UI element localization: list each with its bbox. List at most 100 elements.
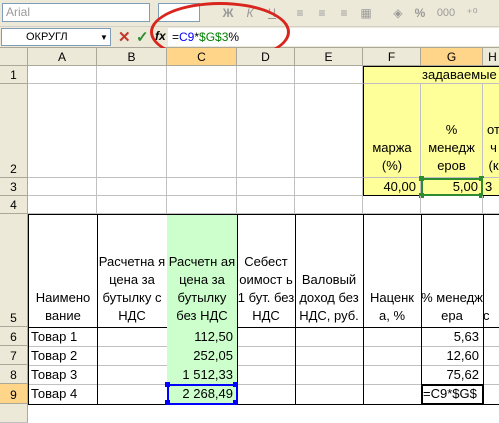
row-header-7[interactable]: 7 [0,346,28,365]
column-header-b[interactable]: B [97,48,167,66]
column-header-f[interactable]: F [363,48,421,66]
table-row-cell[interactable] [363,384,422,405]
table-row-cell[interactable] [295,365,364,385]
cell-b2[interactable] [97,84,167,178]
table-row-price[interactable]: 252,05 [167,346,238,366]
header-gross-income[interactable]: Валовый доход без НДС, руб. [295,214,364,328]
currency-icon[interactable]: ◈ [388,3,408,23]
row-header-4[interactable]: 4 [0,196,28,214]
table-row-mgr[interactable]: 5,63 [421,327,484,347]
row-header-10[interactable] [0,404,28,423]
active-cell-g9[interactable]: =C9*$G$ [421,384,484,405]
table-row-price[interactable]: 1 512,33 [167,365,238,385]
cell-d3[interactable] [237,178,295,196]
cell-e4[interactable] [295,196,363,214]
row-header-3[interactable]: 3 [0,178,28,196]
table-row-mgr[interactable]: 12,60 [421,346,484,366]
cell-g2[interactable]: % менедж еров [421,84,483,178]
cell-e1[interactable] [295,66,363,84]
header-name[interactable]: Наимено вание [28,214,98,328]
cell-b1[interactable] [97,66,167,84]
header-unit-cost[interactable]: Себест оимост ь 1 бут. без НДС [237,214,296,328]
cell-g3[interactable]: 5,00 [421,178,483,196]
font-name-select[interactable]: Arial [2,3,150,22]
table-row-cell[interactable] [237,346,296,366]
table-row-name[interactable]: Товар 3 [28,365,98,385]
select-all-corner[interactable] [0,48,28,66]
table-row-cell[interactable] [483,384,499,405]
cell-c1[interactable] [167,66,237,84]
table-row-cell[interactable] [237,327,296,347]
column-header-e[interactable]: E [295,48,363,66]
header-price-without-vat[interactable]: Расчетн ая цена за бутылку без НДС [167,214,238,328]
cell-c2[interactable] [167,84,237,178]
row-header-8[interactable]: 8 [0,365,28,384]
table-row-cell[interactable] [97,346,168,366]
name-box[interactable]: ОКРУГЛ [1,28,111,46]
table-row-cell[interactable] [295,346,364,366]
table-row-cell[interactable] [97,365,168,385]
header-manager-percent[interactable]: % менедж ера [421,214,484,328]
cell-h4[interactable] [483,196,499,214]
cell-a3[interactable] [28,178,97,196]
cell-e3[interactable] [295,178,363,196]
table-row-name[interactable]: Товар 2 [28,346,98,366]
table-row-mgr[interactable]: 75,62 [421,365,484,385]
table-row-name[interactable]: Товар 4 [28,384,98,405]
table-row-cell[interactable] [483,346,499,366]
cell-b3[interactable] [97,178,167,196]
row-header-2[interactable]: 2 [0,84,28,178]
cell-d2[interactable] [237,84,295,178]
chevron-down-icon[interactable]: ▼ [100,33,108,42]
table-row-name[interactable]: Товар 1 [28,327,98,347]
table-row-cell[interactable] [295,384,364,405]
header-markup[interactable]: Наценк а, % [363,214,422,328]
cell-a1[interactable] [28,66,97,84]
table-row-price[interactable]: 112,50 [167,327,238,347]
table-row-cell[interactable] [97,327,168,347]
thousands-separator-button[interactable]: 000 [432,3,460,23]
cell-h3[interactable]: 3 [483,178,499,196]
table-row-cell[interactable] [363,365,422,385]
cell-f4[interactable] [363,196,421,214]
merge-cells-icon[interactable]: ▦ [356,3,376,23]
table-row-cell[interactable] [483,365,499,385]
table-row-cell[interactable] [237,384,296,405]
increase-decimal-icon[interactable]: ⁺⁰ [462,3,482,23]
table-row-price[interactable]: 2 268,49 [167,384,238,405]
column-header-c[interactable]: C [167,48,237,66]
cell-a4[interactable] [28,196,97,214]
row-header-6[interactable]: 6 [0,327,28,346]
row-header-1[interactable]: 1 [0,66,28,84]
table-row-cell[interactable] [237,365,296,385]
cell-h2[interactable]: от ч (к [483,84,499,178]
cell-e2[interactable] [295,84,363,178]
cell-f3[interactable]: 40,00 [363,178,421,196]
align-center-icon[interactable]: ≡ [312,3,332,23]
header-h5[interactable]: с [483,214,499,328]
column-header-d[interactable]: D [237,48,295,66]
row-header-9[interactable]: 9 [0,384,28,404]
align-right-icon[interactable]: ≡ [334,3,354,23]
cell-c3[interactable] [167,178,237,196]
cell-g4[interactable] [421,196,483,214]
table-row-cell[interactable] [295,327,364,347]
cell-c4[interactable] [167,196,237,214]
table-row-cell[interactable] [363,327,422,347]
cell-f1-merged[interactable]: задаваемые [363,66,499,84]
column-header-g[interactable]: G [421,48,483,66]
align-left-icon[interactable]: ≡ [290,3,310,23]
cell-b4[interactable] [97,196,167,214]
cell-d1[interactable] [237,66,295,84]
percent-button[interactable]: % [410,3,430,23]
cancel-icon[interactable]: ✕ [118,28,131,46]
cell-a2[interactable] [28,84,97,178]
table-row-cell[interactable] [97,384,168,405]
cell-f2[interactable]: маржа (%) [363,84,421,178]
row-header-5[interactable]: 5 [0,214,28,327]
column-header-a[interactable]: A [28,48,97,66]
enter-icon[interactable]: ✓ [136,28,149,46]
header-price-with-vat[interactable]: Расчетна я цена за бутылку с НДС [97,214,168,328]
cell-d4[interactable] [237,196,295,214]
table-row-cell[interactable] [483,327,499,347]
